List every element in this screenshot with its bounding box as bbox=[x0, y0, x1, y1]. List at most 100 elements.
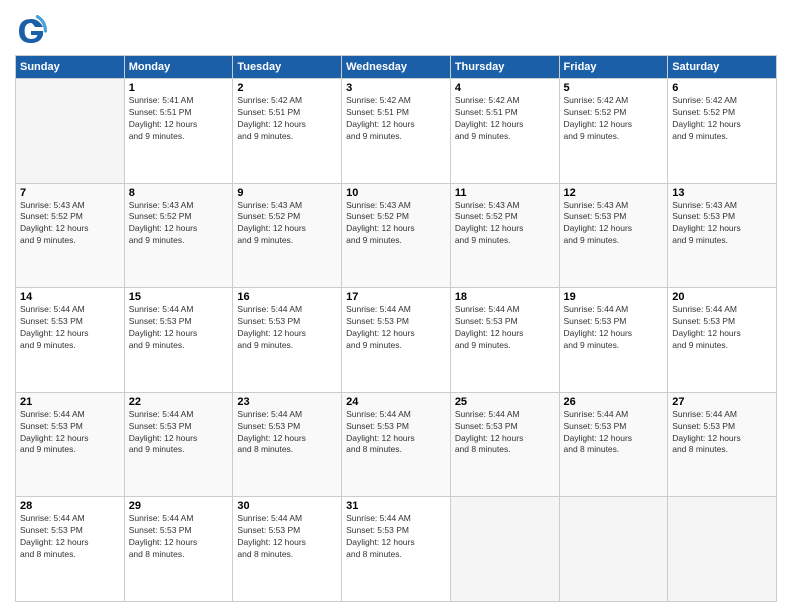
day-info: Sunrise: 5:44 AM Sunset: 5:53 PM Dayligh… bbox=[346, 409, 446, 457]
header-cell-wednesday: Wednesday bbox=[342, 56, 451, 79]
day-cell: 7Sunrise: 5:43 AM Sunset: 5:52 PM Daylig… bbox=[16, 183, 125, 288]
day-info: Sunrise: 5:44 AM Sunset: 5:53 PM Dayligh… bbox=[20, 304, 120, 352]
day-number: 11 bbox=[455, 187, 555, 199]
day-number: 9 bbox=[237, 187, 337, 199]
day-number: 29 bbox=[129, 500, 229, 512]
header bbox=[15, 15, 777, 47]
day-info: Sunrise: 5:42 AM Sunset: 5:51 PM Dayligh… bbox=[237, 95, 337, 143]
day-number: 18 bbox=[455, 291, 555, 303]
day-cell: 14Sunrise: 5:44 AM Sunset: 5:53 PM Dayli… bbox=[16, 288, 125, 393]
day-number: 1 bbox=[129, 82, 229, 94]
day-number: 28 bbox=[20, 500, 120, 512]
week-row-3: 14Sunrise: 5:44 AM Sunset: 5:53 PM Dayli… bbox=[16, 288, 777, 393]
general-blue-icon bbox=[15, 15, 47, 47]
day-cell: 8Sunrise: 5:43 AM Sunset: 5:52 PM Daylig… bbox=[124, 183, 233, 288]
day-number: 3 bbox=[346, 82, 446, 94]
day-cell: 24Sunrise: 5:44 AM Sunset: 5:53 PM Dayli… bbox=[342, 392, 451, 497]
day-cell: 18Sunrise: 5:44 AM Sunset: 5:53 PM Dayli… bbox=[450, 288, 559, 393]
day-number: 12 bbox=[564, 187, 664, 199]
day-info: Sunrise: 5:44 AM Sunset: 5:53 PM Dayligh… bbox=[237, 304, 337, 352]
header-cell-friday: Friday bbox=[559, 56, 668, 79]
day-info: Sunrise: 5:44 AM Sunset: 5:53 PM Dayligh… bbox=[455, 304, 555, 352]
day-number: 5 bbox=[564, 82, 664, 94]
day-cell: 29Sunrise: 5:44 AM Sunset: 5:53 PM Dayli… bbox=[124, 497, 233, 602]
day-info: Sunrise: 5:44 AM Sunset: 5:53 PM Dayligh… bbox=[672, 409, 772, 457]
day-info: Sunrise: 5:44 AM Sunset: 5:53 PM Dayligh… bbox=[129, 304, 229, 352]
header-cell-tuesday: Tuesday bbox=[233, 56, 342, 79]
day-cell: 1Sunrise: 5:41 AM Sunset: 5:51 PM Daylig… bbox=[124, 79, 233, 184]
day-cell: 12Sunrise: 5:43 AM Sunset: 5:53 PM Dayli… bbox=[559, 183, 668, 288]
day-cell: 31Sunrise: 5:44 AM Sunset: 5:53 PM Dayli… bbox=[342, 497, 451, 602]
day-info: Sunrise: 5:44 AM Sunset: 5:53 PM Dayligh… bbox=[20, 409, 120, 457]
day-info: Sunrise: 5:44 AM Sunset: 5:53 PM Dayligh… bbox=[564, 409, 664, 457]
day-info: Sunrise: 5:44 AM Sunset: 5:53 PM Dayligh… bbox=[129, 409, 229, 457]
header-cell-sunday: Sunday bbox=[16, 56, 125, 79]
day-number: 8 bbox=[129, 187, 229, 199]
day-info: Sunrise: 5:43 AM Sunset: 5:52 PM Dayligh… bbox=[455, 200, 555, 248]
day-cell: 4Sunrise: 5:42 AM Sunset: 5:51 PM Daylig… bbox=[450, 79, 559, 184]
day-number: 26 bbox=[564, 396, 664, 408]
day-info: Sunrise: 5:42 AM Sunset: 5:52 PM Dayligh… bbox=[564, 95, 664, 143]
day-number: 10 bbox=[346, 187, 446, 199]
day-info: Sunrise: 5:44 AM Sunset: 5:53 PM Dayligh… bbox=[237, 409, 337, 457]
day-info: Sunrise: 5:43 AM Sunset: 5:53 PM Dayligh… bbox=[564, 200, 664, 248]
day-cell: 13Sunrise: 5:43 AM Sunset: 5:53 PM Dayli… bbox=[668, 183, 777, 288]
day-cell: 2Sunrise: 5:42 AM Sunset: 5:51 PM Daylig… bbox=[233, 79, 342, 184]
day-number: 21 bbox=[20, 396, 120, 408]
day-info: Sunrise: 5:43 AM Sunset: 5:52 PM Dayligh… bbox=[129, 200, 229, 248]
header-row: SundayMondayTuesdayWednesdayThursdayFrid… bbox=[16, 56, 777, 79]
day-number: 4 bbox=[455, 82, 555, 94]
day-number: 17 bbox=[346, 291, 446, 303]
day-number: 30 bbox=[237, 500, 337, 512]
day-number: 22 bbox=[129, 396, 229, 408]
day-cell: 19Sunrise: 5:44 AM Sunset: 5:53 PM Dayli… bbox=[559, 288, 668, 393]
day-number: 7 bbox=[20, 187, 120, 199]
day-info: Sunrise: 5:44 AM Sunset: 5:53 PM Dayligh… bbox=[346, 304, 446, 352]
day-cell: 23Sunrise: 5:44 AM Sunset: 5:53 PM Dayli… bbox=[233, 392, 342, 497]
day-number: 2 bbox=[237, 82, 337, 94]
header-cell-monday: Monday bbox=[124, 56, 233, 79]
day-info: Sunrise: 5:44 AM Sunset: 5:53 PM Dayligh… bbox=[455, 409, 555, 457]
day-cell: 30Sunrise: 5:44 AM Sunset: 5:53 PM Dayli… bbox=[233, 497, 342, 602]
day-info: Sunrise: 5:43 AM Sunset: 5:52 PM Dayligh… bbox=[20, 200, 120, 248]
day-number: 14 bbox=[20, 291, 120, 303]
day-number: 15 bbox=[129, 291, 229, 303]
week-row-5: 28 Sunrise: 5:44 AM Sunset: 5:53 PM Dayli… bbox=[16, 497, 777, 602]
day-info: Sunrise: 5:43 AM Sunset: 5:52 PM Dayligh… bbox=[346, 200, 446, 248]
day-cell: 22Sunrise: 5:44 AM Sunset: 5:53 PM Dayli… bbox=[124, 392, 233, 497]
day-info: Sunrise: 5:44 AM Sunset: 5:53 PM Dayligh… bbox=[129, 513, 229, 561]
day-info: Sunrise: 5:43 AM Sunset: 5:53 PM Dayligh… bbox=[672, 200, 772, 248]
day-info: Sunrise: 5:44 AM Sunset: 5:53 PM Dayligh… bbox=[672, 304, 772, 352]
day-cell: 21Sunrise: 5:44 AM Sunset: 5:53 PM Dayli… bbox=[16, 392, 125, 497]
header-cell-thursday: Thursday bbox=[450, 56, 559, 79]
header-cell-saturday: Saturday bbox=[668, 56, 777, 79]
logo bbox=[15, 15, 51, 47]
week-row-2: 7Sunrise: 5:43 AM Sunset: 5:52 PM Daylig… bbox=[16, 183, 777, 288]
day-info: Sunrise: 5:42 AM Sunset: 5:51 PM Dayligh… bbox=[346, 95, 446, 143]
day-cell: 20Sunrise: 5:44 AM Sunset: 5:53 PM Dayli… bbox=[668, 288, 777, 393]
day-cell: 10Sunrise: 5:43 AM Sunset: 5:52 PM Dayli… bbox=[342, 183, 451, 288]
calendar-table: SundayMondayTuesdayWednesdayThursdayFrid… bbox=[15, 55, 777, 602]
day-cell: 15Sunrise: 5:44 AM Sunset: 5:53 PM Dayli… bbox=[124, 288, 233, 393]
day-cell: 26Sunrise: 5:44 AM Sunset: 5:53 PM Dayli… bbox=[559, 392, 668, 497]
day-info: Sunrise: 5:44 AM Sunset: 5:53 PM Dayligh… bbox=[564, 304, 664, 352]
day-cell: 5Sunrise: 5:42 AM Sunset: 5:52 PM Daylig… bbox=[559, 79, 668, 184]
day-cell: 3Sunrise: 5:42 AM Sunset: 5:51 PM Daylig… bbox=[342, 79, 451, 184]
day-info: Sunrise: 5:41 AM Sunset: 5:51 PM Dayligh… bbox=[129, 95, 229, 143]
day-cell: 17Sunrise: 5:44 AM Sunset: 5:53 PM Dayli… bbox=[342, 288, 451, 393]
day-cell: 16Sunrise: 5:44 AM Sunset: 5:53 PM Dayli… bbox=[233, 288, 342, 393]
day-number: 25 bbox=[455, 396, 555, 408]
day-info: Sunrise: 5:42 AM Sunset: 5:51 PM Dayligh… bbox=[455, 95, 555, 143]
day-number: 16 bbox=[237, 291, 337, 303]
day-cell: 28Sunrise: 5:44 AM Sunset: 5:53 PM Dayli… bbox=[16, 497, 125, 602]
day-cell: 27Sunrise: 5:44 AM Sunset: 5:53 PM Dayli… bbox=[668, 392, 777, 497]
day-info: Sunrise: 5:42 AM Sunset: 5:52 PM Dayligh… bbox=[672, 95, 772, 143]
day-cell bbox=[668, 497, 777, 602]
day-cell bbox=[16, 79, 125, 184]
day-number: 27 bbox=[672, 396, 772, 408]
day-number: 13 bbox=[672, 187, 772, 199]
day-info: Sunrise: 5:44 AM Sunset: 5:53 PM Dayligh… bbox=[346, 513, 446, 561]
week-row-4: 21Sunrise: 5:44 AM Sunset: 5:53 PM Dayli… bbox=[16, 392, 777, 497]
day-number: 23 bbox=[237, 396, 337, 408]
day-number: 6 bbox=[672, 82, 772, 94]
